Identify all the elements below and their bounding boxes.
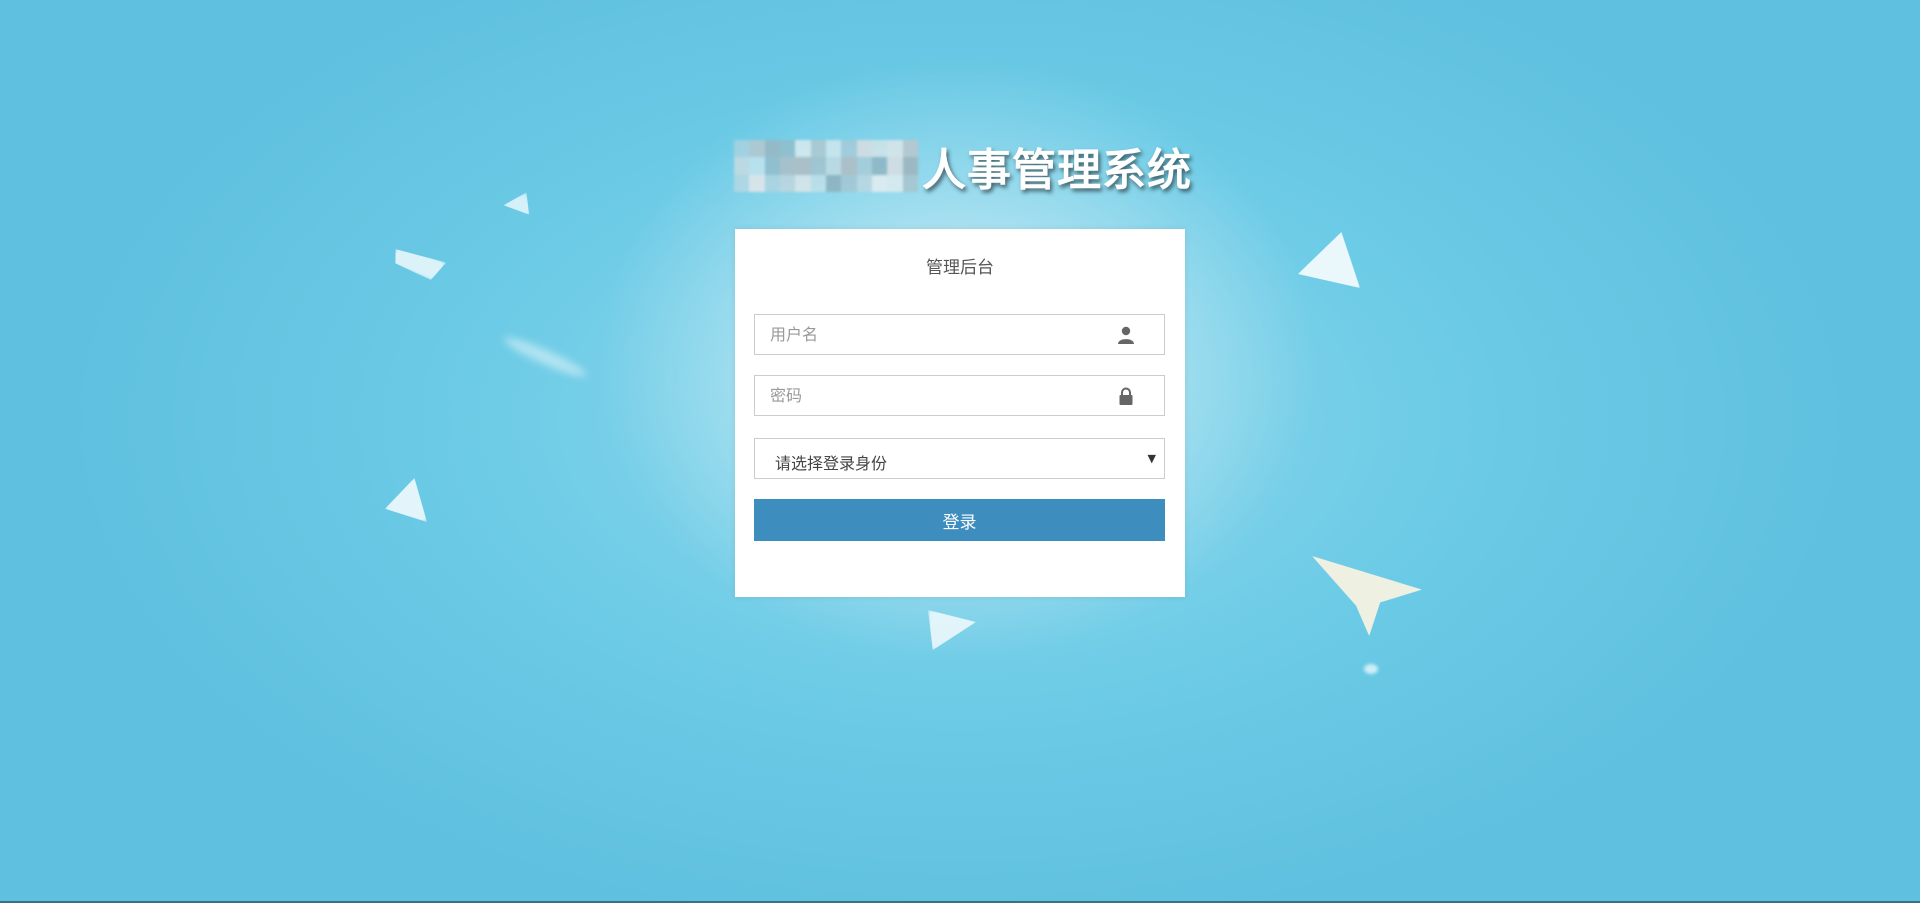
user-icon <box>1118 326 1134 344</box>
caret-down-icon: ▼ <box>1147 452 1156 465</box>
paper-shard-decoration <box>928 610 976 650</box>
light-streak-decoration <box>501 332 589 382</box>
lock-icon <box>1119 387 1133 405</box>
page-title: 人事管理系统 <box>734 138 1192 196</box>
paper-shard-decoration <box>502 192 534 222</box>
role-select[interactable]: 请选择登录身份 ▼ <box>754 438 1165 479</box>
login-button[interactable]: 登录 <box>754 499 1165 541</box>
paper-shard-decoration <box>1298 232 1360 288</box>
password-input[interactable] <box>755 376 1164 415</box>
paper-shard-decoration <box>385 478 427 522</box>
paper-shard-decoration <box>390 243 446 283</box>
panel-title: 管理后台 <box>926 258 994 278</box>
pixelated-logo <box>734 140 918 192</box>
login-panel: 管理后台 请选择登录身份 ▼ 登录 <box>735 229 1185 597</box>
paper-plane-decoration <box>1312 556 1422 636</box>
password-field[interactable] <box>754 375 1165 416</box>
username-field[interactable] <box>754 314 1165 355</box>
paper-shard-decoration <box>1364 664 1378 674</box>
role-select-value: 请选择登录身份 <box>775 454 888 473</box>
username-input[interactable] <box>755 315 1164 354</box>
page-title-text: 人事管理系统 <box>922 145 1192 196</box>
